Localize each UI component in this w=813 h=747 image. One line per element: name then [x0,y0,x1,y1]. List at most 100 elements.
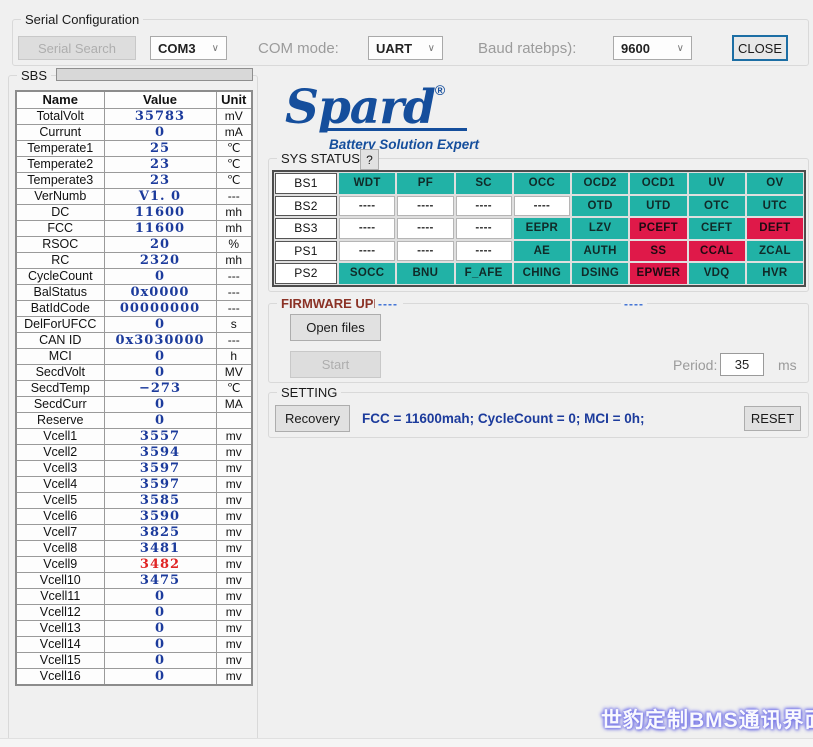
sbs-row-unit: mV [216,108,252,124]
status-flag-cell: CHING [514,263,570,284]
sbs-row-value: 3557 [104,428,216,444]
table-row: SecdCurr0MA [16,396,252,412]
com-mode-select[interactable]: UART ∨ [368,36,443,60]
sbs-row-unit: s [216,316,252,332]
open-files-button[interactable]: Open files [290,314,381,341]
com-mode-label: COM mode: [258,40,339,57]
sbs-row-value: V1. 0 [104,188,216,204]
period-unit-label: ms [778,357,797,373]
table-row: DC11600mh [16,204,252,220]
sbs-row-value: 3481 [104,540,216,556]
logo-tagline: Battery Solution Expert [329,137,495,152]
window-bottom-edge [0,738,813,747]
table-row: Reserve0 [16,412,252,428]
sbs-row-name: Temperate2 [16,156,104,172]
start-button[interactable]: Start [290,351,381,378]
sbs-row-unit: mv [216,572,252,588]
status-flag-cell: OTC [689,196,745,217]
table-row: RC2320mh [16,252,252,268]
com-mode-value: UART [376,41,412,56]
sbs-row-value: 0 [104,364,216,380]
status-flag-cell: LZV [572,218,628,239]
sbs-row-name: VerNumb [16,188,104,204]
setting-title: SETTING [277,385,341,400]
status-row-label: BS3 [275,218,337,239]
status-flag-cell: ---- [456,196,512,217]
sbs-row-value: 0 [104,396,216,412]
status-flag-cell: HVR [747,263,803,284]
sbs-row-name: FCC [16,220,104,236]
sbs-row-name: Reserve [16,412,104,428]
sbs-row-unit [216,412,252,428]
sbs-row-value: 00000000 [104,300,216,316]
status-row-label: BS1 [275,173,337,194]
sbs-row-name: Temperate1 [16,140,104,156]
sbs-row-name: Currunt [16,124,104,140]
sbs-row-value: 23 [104,156,216,172]
open-files-label: Open files [306,320,365,335]
status-flag-cell: ---- [456,241,512,262]
sys-status-help-button[interactable]: ? [360,149,379,170]
sbs-row-unit: mh [216,220,252,236]
status-row: BS3------------EEPRLZVPCEFTCEFTDEFT [275,218,803,239]
start-label: Start [322,357,349,372]
sbs-row-value: 3590 [104,508,216,524]
column-header-name: Name [16,91,104,108]
serial-configuration-title: Serial Configuration [21,12,143,27]
sbs-row-name: BalStatus [16,284,104,300]
chevron-down-icon: ∨ [677,43,691,54]
table-row: Vcell63590mv [16,508,252,524]
status-flag-cell: ---- [339,241,395,262]
table-row: Vcell103475mv [16,572,252,588]
sbs-row-name: Vcell13 [16,620,104,636]
sbs-row-value: 3597 [104,460,216,476]
sbs-row-value: 0 [104,348,216,364]
sbs-row-name: Vcell3 [16,460,104,476]
sbs-row-unit: ℃ [216,172,252,188]
status-flag-cell: WDT [339,173,395,194]
status-flag-cell: ---- [456,218,512,239]
sbs-row-name: MCI [16,348,104,364]
table-row: Vcell150mv [16,652,252,668]
status-flag-cell: ---- [397,196,453,217]
status-flag-cell: SC [456,173,512,194]
period-input[interactable] [720,353,764,376]
serial-search-button[interactable]: Serial Search [18,36,136,60]
status-flag-cell: ---- [397,218,453,239]
table-row: Temperate125℃ [16,140,252,156]
sbs-row-value: 3585 [104,492,216,508]
sbs-row-name: Vcell7 [16,524,104,540]
table-row: Vcell140mv [16,636,252,652]
logo-brand-text: Spard [285,80,435,135]
sbs-row-name: RC [16,252,104,268]
sbs-row-value: 3825 [104,524,216,540]
reset-button[interactable]: RESET [744,406,801,431]
sbs-row-unit: mv [216,588,252,604]
table-row: RSOC20% [16,236,252,252]
status-flag-cell: OTD [572,196,628,217]
sbs-row-unit: mv [216,620,252,636]
baud-rate-select[interactable]: 9600 ∨ [613,36,692,60]
status-row-label: PS1 [275,241,337,262]
status-flag-cell: ZCAL [747,241,803,262]
sbs-row-value: 20 [104,236,216,252]
sbs-row-name: CycleCount [16,268,104,284]
table-row: Vcell23594mv [16,444,252,460]
table-row: CycleCount0--- [16,268,252,284]
sbs-row-unit: mv [216,476,252,492]
sys-status-title: SYS STATUS [277,151,364,166]
sbs-row-name: SecdTemp [16,380,104,396]
reset-label: RESET [751,411,794,426]
recovery-button[interactable]: Recovery [275,405,350,432]
sbs-row-unit: mv [216,556,252,572]
close-button[interactable]: CLOSE [732,35,788,61]
spard-logo: Spard® Battery Solution Expert [285,82,495,152]
table-row: BalStatus0x0000--- [16,284,252,300]
column-header-unit: Unit [216,91,252,108]
com-port-select[interactable]: COM3 ∨ [150,36,227,60]
status-flag-cell: SS [630,241,686,262]
sbs-row-unit: mh [216,204,252,220]
sbs-table-body: TotalVolt35783mVCurrunt0mATemperate125℃T… [16,108,252,685]
watermark-text: 世豹定制BMS通讯界面 [601,704,813,734]
sbs-row-unit: mv [216,604,252,620]
